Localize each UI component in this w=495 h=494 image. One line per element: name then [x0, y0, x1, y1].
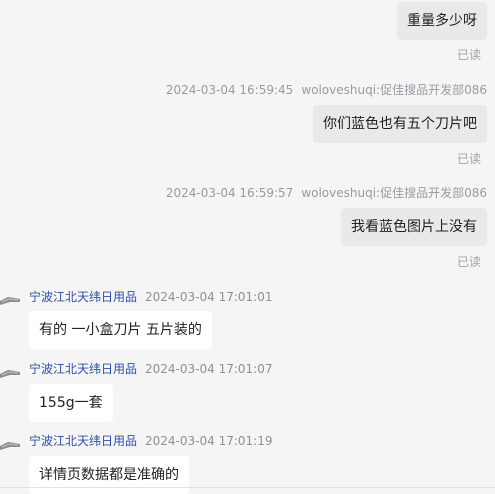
read-status: 已读: [456, 48, 481, 62]
incoming-message-meta: 宁波江北天纬日用品 2024-03-04 17:01:07: [29, 360, 272, 377]
outgoing-message-bubble[interactable]: 我看蓝色图片上没有: [341, 208, 487, 246]
message-meta: 2024-03-04 16:59:57 woloveshuqi:促佳搜品开发部08…: [166, 184, 487, 201]
divider: [0, 487, 495, 488]
shop-avatar-icon[interactable]: [0, 435, 20, 455]
incoming-message-meta: 宁波江北天纬日用品 2024-03-04 17:01:19: [29, 432, 272, 449]
chat-message-list[interactable]: 重量多少呀 已读 2024-03-04 16:59:45 woloveshuqi:…: [0, 0, 495, 494]
read-status: 已读: [456, 152, 481, 166]
shop-avatar-icon[interactable]: [0, 290, 20, 310]
read-status: 已读: [456, 255, 481, 269]
sender-name[interactable]: 宁波江北天纬日用品: [29, 290, 137, 304]
shop-avatar-icon[interactable]: [0, 363, 20, 383]
incoming-message-meta: 宁波江北天纬日用品 2024-03-04 17:01:01: [29, 288, 272, 305]
message-timestamp: 2024-03-04 16:59:45: [165, 83, 294, 97]
message-timestamp: 2024-03-04 17:01:19: [145, 434, 273, 448]
message-timestamp: 2024-03-04 17:01:07: [145, 362, 273, 376]
incoming-message-bubble[interactable]: 有的 一小盒刀片 五片装的: [29, 311, 212, 349]
incoming-message-bubble[interactable]: 155g一套: [29, 384, 113, 422]
sender-name[interactable]: 宁波江北天纬日用品: [29, 434, 137, 448]
sender-name[interactable]: 宁波江北天纬日用品: [29, 362, 137, 376]
outgoing-message-bubble[interactable]: 重量多少呀: [397, 2, 487, 40]
incoming-message-bubble[interactable]: 详情页数据都是准确的: [29, 456, 189, 494]
message-timestamp: 2024-03-04 16:59:57: [165, 186, 294, 200]
message-sender: woloveshuqi:促佳搜品开发部086: [301, 83, 487, 97]
message-sender: woloveshuqi:促佳搜品开发部086: [301, 186, 487, 200]
message-timestamp: 2024-03-04 17:01:01: [145, 290, 273, 304]
message-meta: 2024-03-04 16:59:45 woloveshuqi:促佳搜品开发部08…: [166, 81, 487, 98]
outgoing-message-bubble[interactable]: 你们蓝色也有五个刀片吧: [313, 105, 487, 143]
